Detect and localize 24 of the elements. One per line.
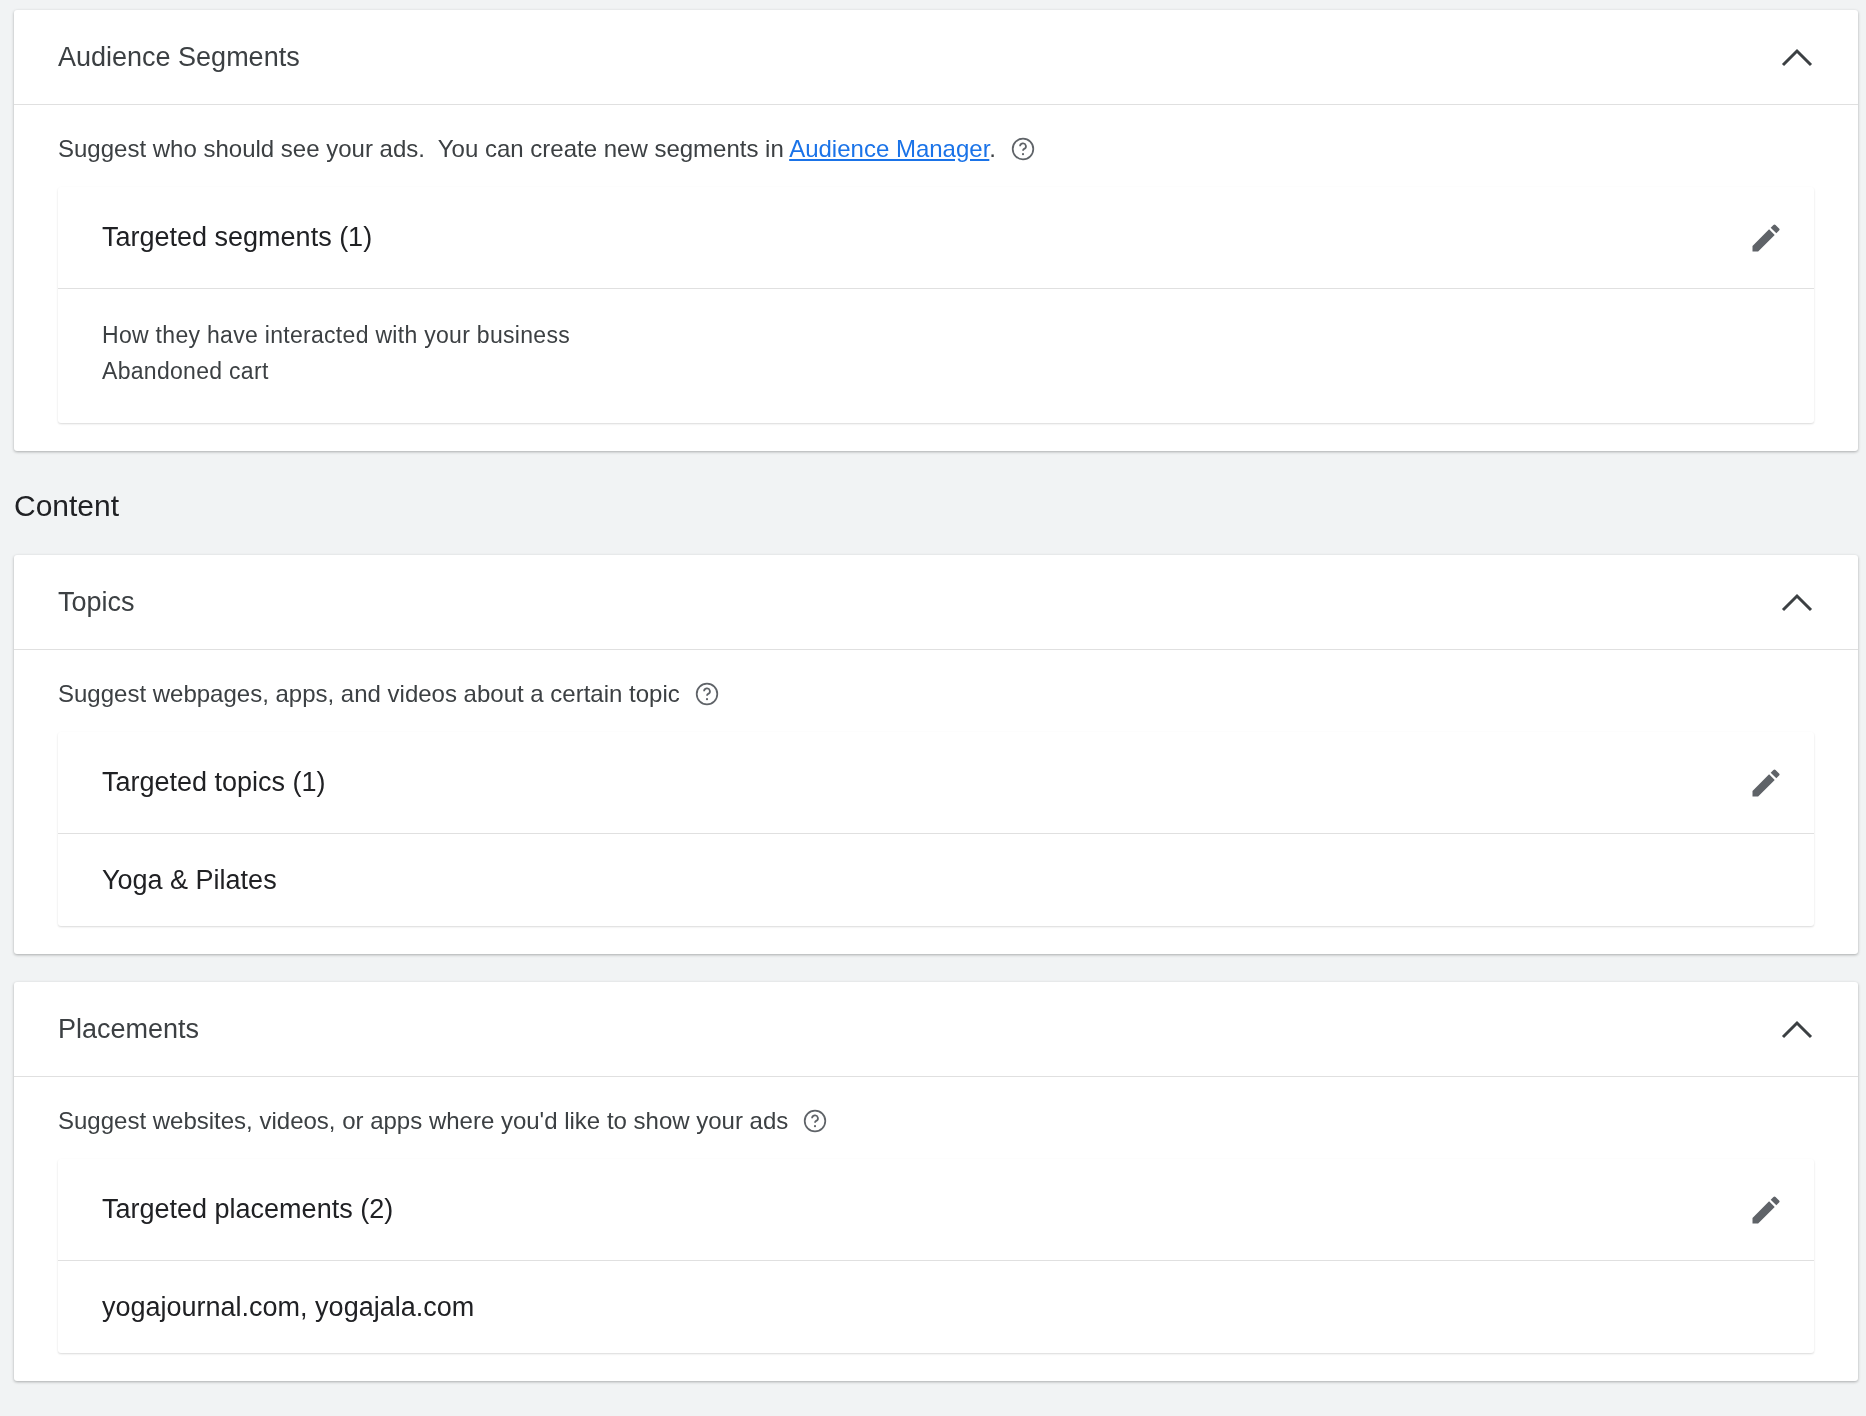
card-title: Topics <box>58 585 135 619</box>
description: Suggest websites, videos, or apps where you'd like to show your ads <box>58 1106 789 1136</box>
panel-heading: Targeted topics (1) <box>102 766 326 800</box>
segment-text: Abandoned cart <box>102 357 270 386</box>
help-icon[interactable] <box>802 1108 829 1134</box>
audience-manager-link[interactable]: Audience Manager <box>789 135 990 162</box>
card-title: Placements <box>58 1012 200 1046</box>
help-icon[interactable] <box>1010 136 1036 162</box>
card-header[interactable]: Audience Segments <box>14 10 1858 105</box>
targeted-value: Yoga & Pilates <box>102 864 278 897</box>
chevron-up-icon[interactable] <box>1780 46 1814 68</box>
panel-heading: Targeted placements (2) <box>102 1193 394 1227</box>
help-icon[interactable] <box>693 681 720 707</box>
description: Suggest who should see your ads. You can create new segments in Audience Manager. <box>58 134 996 164</box>
targeted-value: yogajournal.com, yogajala.com <box>102 1291 476 1324</box>
chevron-up-icon[interactable] <box>1780 1018 1814 1040</box>
section-heading: Content <box>14 491 121 521</box>
card-header[interactable]: Placements <box>14 982 1858 1077</box>
card-title: Audience Segments <box>58 40 300 74</box>
description: Suggest webpages, apps, and videos about a certain topic <box>58 679 680 709</box>
segment-text: How they have interacted with your business <box>102 321 572 350</box>
chevron-up-icon[interactable] <box>1780 591 1814 613</box>
card-header[interactable]: Topics <box>14 555 1858 650</box>
panel-heading: Targeted segments (1) <box>102 221 373 255</box>
